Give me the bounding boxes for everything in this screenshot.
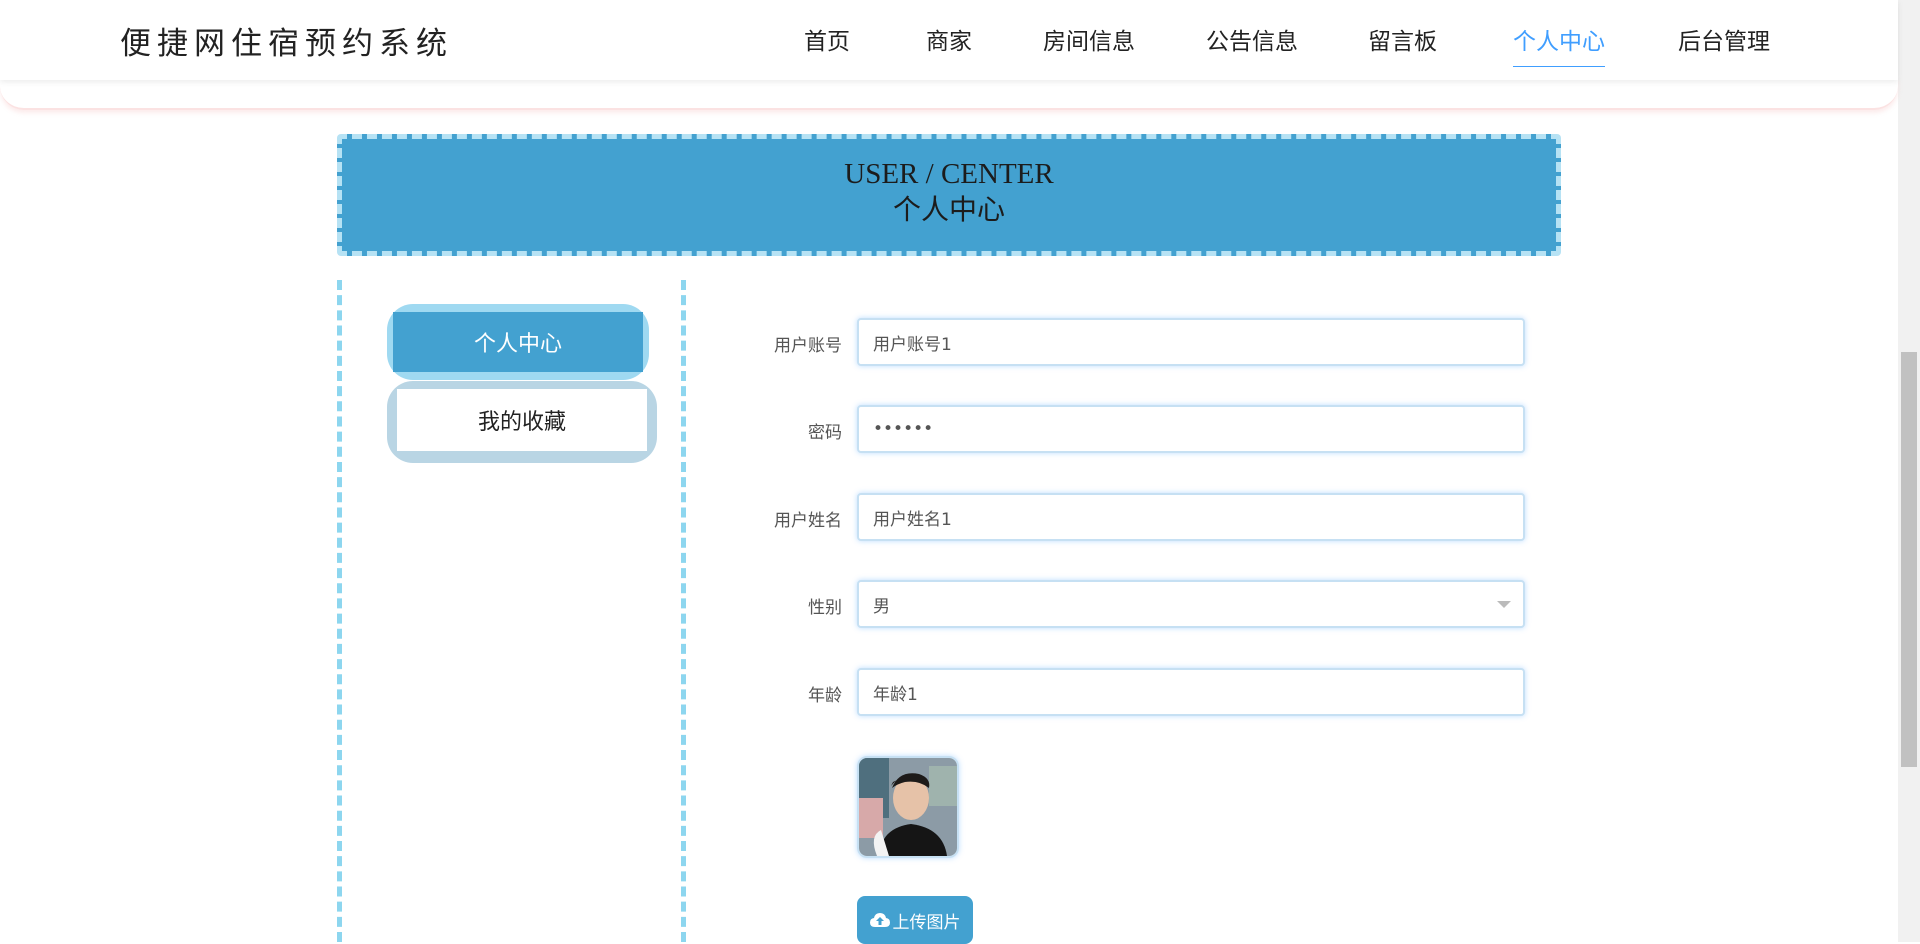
- page-scrollbar[interactable]: [1898, 0, 1920, 942]
- upload-button-label: 上传图片: [892, 912, 961, 933]
- name-label: 用户姓名: [774, 511, 842, 531]
- nav-item-user-center[interactable]: 个人中心: [1513, 22, 1605, 67]
- name-input[interactable]: [857, 493, 1525, 541]
- sidebar-item-label: 我的收藏: [397, 389, 647, 451]
- nav-item-announcements[interactable]: 公告信息: [1206, 22, 1298, 66]
- site-title: 便捷网住宿预约系统: [120, 26, 453, 62]
- sidebar-left-border: [337, 280, 342, 942]
- account-input[interactable]: [857, 318, 1525, 366]
- nav-item-messageboard[interactable]: 留言板: [1368, 22, 1437, 66]
- password-input[interactable]: [857, 405, 1525, 453]
- top-navbar: 便捷网住宿预约系统 首页 商家 房间信息 公告信息 留言板 个人中心 后台管理: [0, 0, 1898, 80]
- nav-item-rooms[interactable]: 房间信息: [1043, 22, 1135, 66]
- password-label: 密码: [808, 423, 842, 443]
- account-label: 用户账号: [774, 336, 842, 356]
- sidebar-item-user-center[interactable]: 个人中心: [387, 304, 649, 384]
- header-divider: [0, 78, 1898, 110]
- sidebar-item-label: 个人中心: [393, 312, 643, 372]
- age-label: 年龄: [808, 686, 842, 706]
- avatar-image: [857, 756, 959, 858]
- gender-value: 男: [873, 596, 890, 617]
- sidebar-item-favorites[interactable]: 我的收藏: [387, 381, 657, 463]
- gender-select[interactable]: 男: [857, 580, 1525, 628]
- nav-item-home[interactable]: 首页: [804, 22, 850, 66]
- gender-label: 性别: [808, 598, 842, 618]
- page-banner: USER / CENTER 个人中心: [337, 134, 1561, 256]
- sidebar-right-border: [681, 280, 686, 942]
- age-input[interactable]: [857, 668, 1525, 716]
- dropdown-arrow-icon: [1497, 601, 1511, 608]
- nav-item-merchants[interactable]: 商家: [926, 22, 972, 66]
- scrollbar-thumb[interactable]: [1901, 352, 1917, 767]
- upload-image-button[interactable]: 上传图片: [857, 896, 973, 944]
- banner-title-cn: 个人中心: [892, 193, 1005, 226]
- banner-title-en: USER / CENTER: [844, 158, 1054, 190]
- nav-item-admin[interactable]: 后台管理: [1678, 22, 1770, 66]
- cloud-upload-icon: [869, 912, 890, 928]
